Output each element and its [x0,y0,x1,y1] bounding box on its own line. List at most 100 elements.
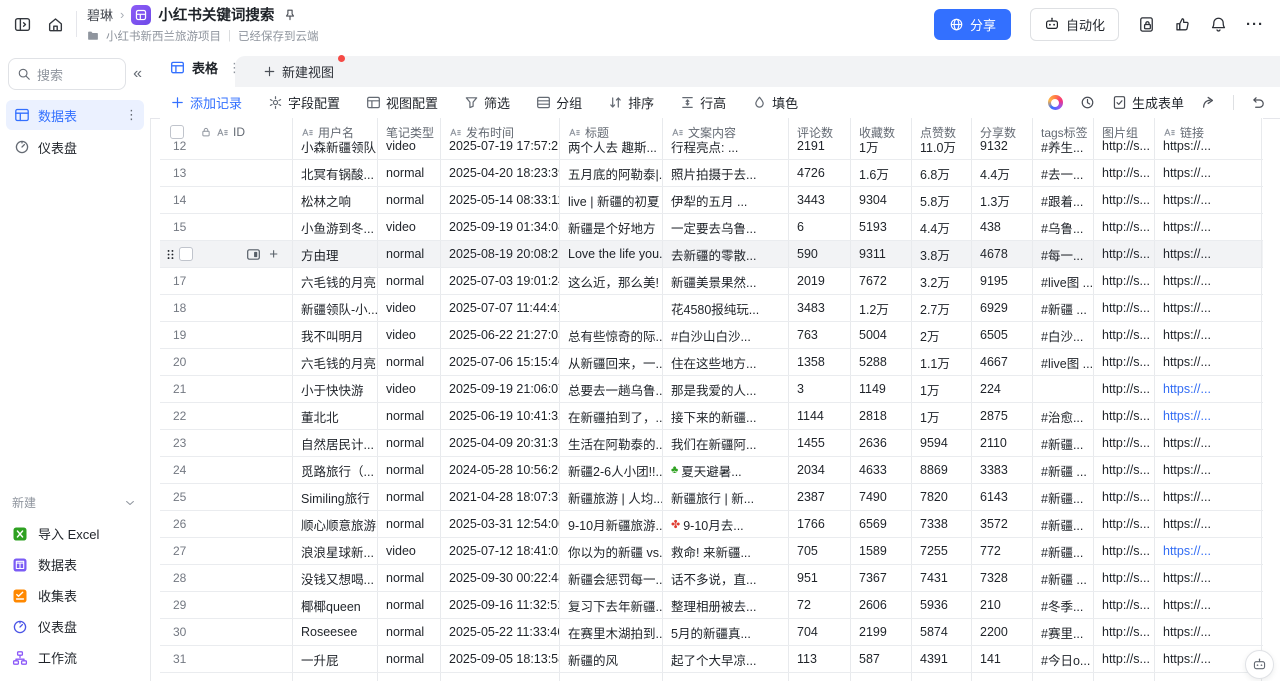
cell-shares[interactable]: 2110 [972,430,1033,456]
cell-images[interactable]: http://s... [1094,187,1155,213]
cell-time[interactable]: 2025-04-09 20:31:31 [441,430,560,456]
cell-comments[interactable]: 6 [789,214,851,240]
cell-likes[interactable]: 5874 [912,619,972,645]
cell-row-index[interactable]: 20 [160,349,293,375]
cell-likes[interactable]: 1万 [912,376,972,402]
table-row[interactable]: 14松林之响normal2025-05-14 08:33:11live | 新疆… [160,187,1263,214]
cell-tags[interactable]: #新疆 ... [1033,565,1094,591]
cell-row-index[interactable]: 23 [160,430,293,456]
cell-row-index[interactable]: 14 [160,187,293,213]
cell-likes[interactable]: 3.2万 [912,268,972,294]
cell-shares[interactable]: 6929 [972,295,1033,321]
cell-time[interactable]: 2025-09-19 21:06:07 [441,376,560,402]
cell-images[interactable]: http://s... [1094,538,1155,564]
cell-user[interactable]: 松林之响 [293,187,378,213]
cell-row-index[interactable]: 13 [160,160,293,186]
cell-shares[interactable]: 772 [972,538,1033,564]
create-item-workflow[interactable]: 工作流 [0,642,150,673]
table-row[interactable]: 18新疆领队-小...video2025-07-07 11:44:41花4580… [160,295,1263,322]
cell-title[interactable]: 两个人去 趣斯... [560,133,663,159]
cell-link[interactable]: https://... [1155,565,1262,591]
table-row[interactable]: 26顺心顺意旅游normal2025-03-31 12:54:009-10月新疆… [160,511,1263,538]
cell-title[interactable]: 在新疆拍到了，... [560,403,663,429]
cell-content[interactable]: 伊犁的五月 ... [663,187,789,213]
table-row[interactable]: 15小鱼游到冬...video2025-09-19 01:34:08新疆是个好地… [160,214,1263,241]
cell-time[interactable]: 2025-07-03 19:01:24 [441,268,560,294]
table-row[interactable]: 20六毛钱的月亮normal2025-07-06 15:15:40从新疆回来，一… [160,349,1263,376]
cell-content[interactable]: 行程亮点: ... [663,133,789,159]
cell-likes[interactable]: 4391 [912,646,972,672]
cell-collects[interactable]: 4633 [851,457,912,483]
cell-comments[interactable]: 4726 [789,160,851,186]
table-row[interactable]: 30Roseeseenormal2025-05-22 11:33:46在赛里木湖… [160,619,1263,646]
cell-comments[interactable]: 2019 [789,268,851,294]
cell-user[interactable]: 六毛钱的月亮 [293,349,378,375]
table-row[interactable]: 12小森新疆领队video2025-07-19 17:57:21两个人去 趣斯.… [160,133,1263,160]
cell-type[interactable]: video [378,133,441,159]
cell-comments[interactable]: 2191 [789,133,851,159]
cell-row-index[interactable]: 24 [160,457,293,483]
cell-comments[interactable]: 72 [789,592,851,618]
cell-collects[interactable]: 5004 [851,322,912,348]
cell-title[interactable] [560,295,663,321]
cell-tags[interactable]: #养生... [1033,133,1094,159]
cell-type[interactable]: normal [378,619,441,645]
cell-link[interactable]: https://... [1155,376,1262,402]
cell-collects[interactable]: 9304 [851,187,912,213]
cell-type[interactable]: video [378,538,441,564]
cell-images[interactable]: http://s... [1094,457,1155,483]
cell-content[interactable]: 我们在新疆阿... [663,430,789,456]
cell-type[interactable]: normal [378,160,441,186]
cell-shares[interactable]: 1.3万 [972,187,1033,213]
cell-images[interactable]: http://s... [1094,565,1155,591]
insert-row-icon[interactable]: + [269,247,278,262]
cell-user[interactable]: Roseesee [293,619,378,645]
cell-comments[interactable]: 1358 [789,349,851,375]
cell-shares[interactable]: 141 [972,646,1033,672]
cell-collects[interactable]: 1149 [851,376,912,402]
cell-comments[interactable]: 704 [789,619,851,645]
cell-tags[interactable] [1033,376,1094,402]
cell-comments[interactable]: 2387 [789,484,851,510]
cell-content[interactable]: 新疆旅行 | 新... [663,484,789,510]
cell-title[interactable]: 从新疆回来，一... [560,349,663,375]
cell-link[interactable]: https://... [1155,511,1262,537]
cell-images[interactable]: http://s... [1094,295,1155,321]
cell-likes[interactable]: 2万 [912,322,972,348]
cell-link[interactable]: https://... [1155,268,1262,294]
search-input[interactable]: 搜索 [8,58,126,90]
cell-likes[interactable]: 1.1万 [912,349,972,375]
cell-tags[interactable]: #新疆... [1033,538,1094,564]
cell-images[interactable]: http://s... [1094,349,1155,375]
cell-content[interactable]: ♣夏天避暑... [663,457,789,483]
cell-time[interactable]: 2025-09-19 01:34:08 [441,214,560,240]
tab-menu-icon[interactable]: ⋮ [228,60,241,76]
table-row[interactable]: 13北冥有锅酸...normal2025-04-20 18:23:39五月底的阿… [160,160,1263,187]
cell-likes[interactable]: 2.7万 [912,295,972,321]
table-row[interactable]: 25Similing旅行normal2021-04-28 18:07:37新疆旅… [160,484,1263,511]
cell-user[interactable]: 椰椰queen [293,592,378,618]
share-button[interactable]: 分享 [934,9,1011,40]
cell-user[interactable]: 北冥有锅酸... [293,160,378,186]
cell-collects[interactable]: 5193 [851,214,912,240]
cell-time[interactable]: 2025-09-05 18:13:58 [441,646,560,672]
cell-user[interactable]: Similing旅行 [293,484,378,510]
automation-button[interactable]: 自动化 [1030,8,1119,41]
cell-comments[interactable]: 3 [789,376,851,402]
cell-collects[interactable]: 5288 [851,349,912,375]
toolbar-sort-button[interactable]: 排序 [608,93,654,112]
cell-tags[interactable]: #live图 ... [1033,268,1094,294]
cell-link[interactable]: https://... [1155,295,1262,321]
expand-record-icon[interactable] [246,247,261,262]
cell-link[interactable]: https://... [1155,187,1262,213]
cell-collects[interactable]: 7490 [851,484,912,510]
cell-type[interactable]: normal [378,484,441,510]
cell-comments[interactable]: 3483 [789,295,851,321]
cell-title[interactable]: 生活在阿勒泰的... [560,430,663,456]
cell-row-index[interactable]: 19 [160,322,293,348]
cell-user[interactable]: 小于快快游 [293,376,378,402]
cell-images[interactable]: http://s... [1094,430,1155,456]
cell-collects[interactable]: 7367 [851,565,912,591]
cell-tags[interactable]: #今日o... [1033,646,1094,672]
table-row[interactable]: +方由理normal2025-08-19 20:08:22Love the li… [160,241,1263,268]
